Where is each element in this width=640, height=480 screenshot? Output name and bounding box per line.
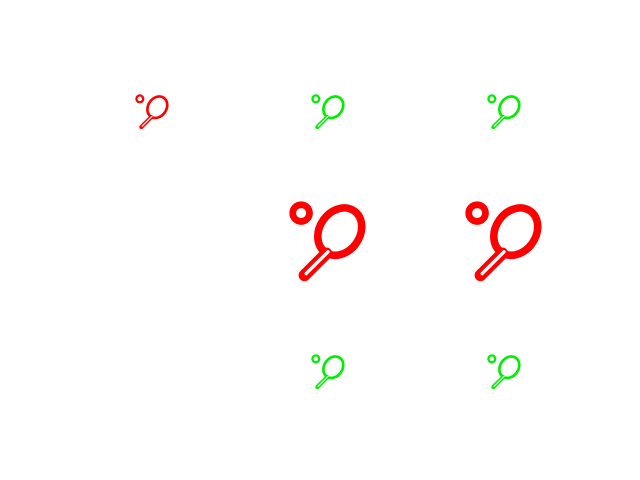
tennis-racket-icon — [485, 92, 523, 130]
tennis-racket-icon — [309, 92, 347, 130]
tennis-racket-icon — [309, 352, 347, 390]
tennis-racket-icon — [284, 198, 372, 282]
tennis-racket-icon — [485, 352, 523, 390]
icon-grid — [0, 0, 640, 480]
tennis-racket-icon — [460, 198, 548, 282]
tennis-racket-icon — [133, 92, 171, 130]
